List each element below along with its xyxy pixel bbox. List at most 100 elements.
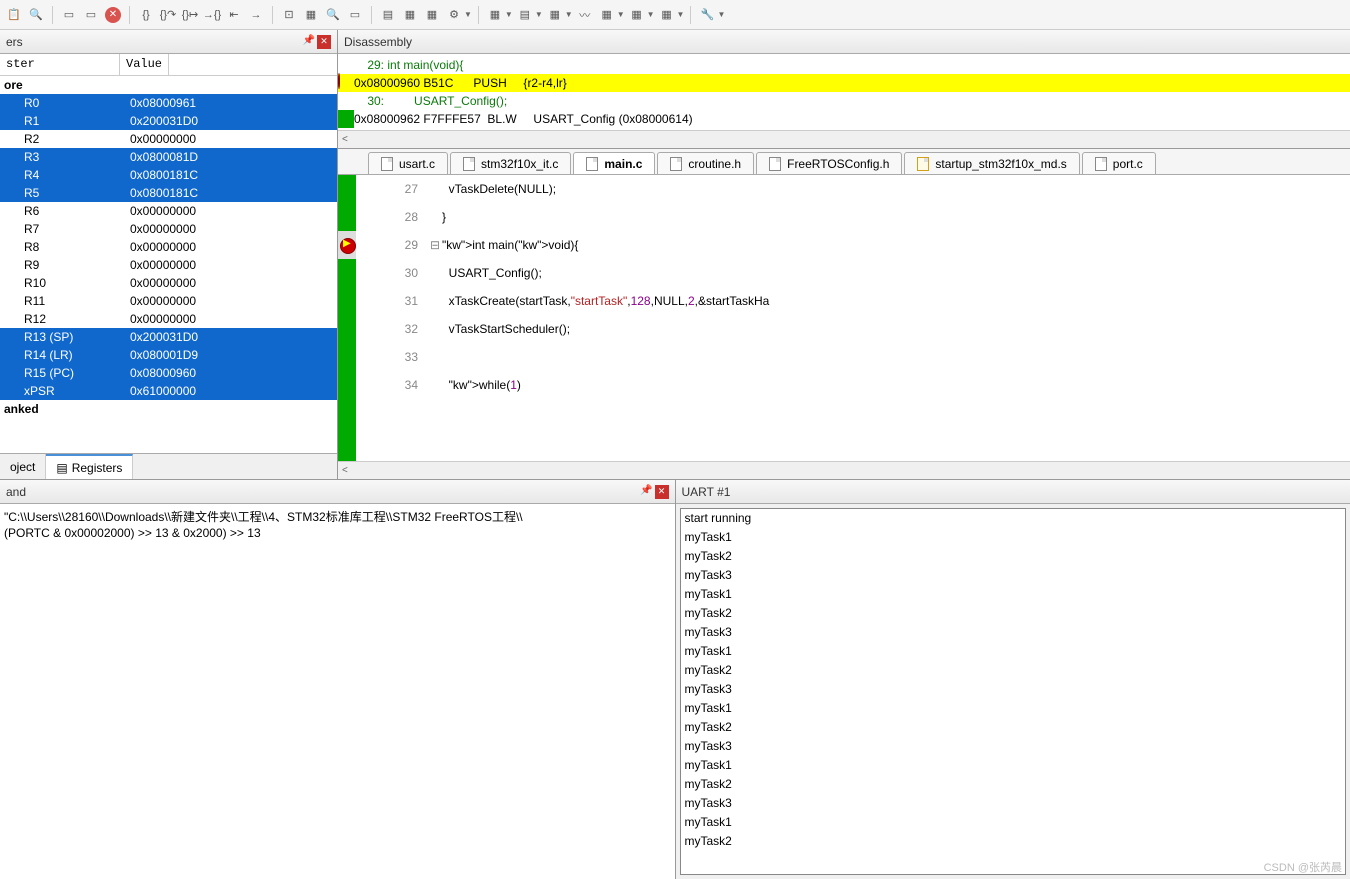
view-btn[interactable]: ▦ bbox=[627, 5, 647, 25]
register-row[interactable]: R20x00000000 bbox=[0, 130, 337, 148]
tool-btn[interactable]: 🔍 bbox=[26, 5, 46, 25]
window-btn[interactable]: ⊡ bbox=[279, 5, 299, 25]
nav-back-btn[interactable]: ⇤ bbox=[224, 5, 244, 25]
uart-line: myTask3 bbox=[685, 796, 1342, 815]
register-row[interactable]: R60x00000000 bbox=[0, 202, 337, 220]
find-btn[interactable]: 🔍 bbox=[323, 5, 343, 25]
view-btn[interactable]: ▦ bbox=[485, 5, 505, 25]
disasm-scrollbar[interactable]: < bbox=[338, 130, 1350, 148]
register-group[interactable]: ore bbox=[0, 76, 337, 94]
register-group[interactable]: anked bbox=[0, 400, 337, 418]
breakpoint-current-icon[interactable] bbox=[340, 238, 354, 252]
uart-line: myTask1 bbox=[685, 644, 1342, 663]
fold-column[interactable]: ⊟ bbox=[428, 175, 442, 461]
code-line[interactable]: xTaskCreate(startTask,"startTask",128,NU… bbox=[442, 287, 1350, 315]
step-out-btn[interactable]: {}↦ bbox=[180, 5, 200, 25]
file-tab[interactable]: stm32f10x_it.c bbox=[450, 152, 571, 174]
view-btn[interactable]: 〰 bbox=[575, 5, 595, 25]
command-panel: and 📌 ✕ "C:\\Users\\28160\\Downloads\\新建… bbox=[0, 480, 676, 879]
register-row[interactable]: R15 (PC)0x08000960 bbox=[0, 364, 337, 382]
uart-line: myTask2 bbox=[685, 663, 1342, 682]
register-row[interactable]: R80x00000000 bbox=[0, 238, 337, 256]
step-btn[interactable]: {} bbox=[136, 5, 156, 25]
window-btn[interactable]: ▭ bbox=[345, 5, 365, 25]
file-tab[interactable]: FreeRTOSConfig.h bbox=[756, 152, 902, 174]
command-title: and bbox=[6, 485, 26, 499]
file-tab[interactable]: croutine.h bbox=[657, 152, 754, 174]
view-btn[interactable]: ▦ bbox=[545, 5, 565, 25]
command-body[interactable]: "C:\\Users\\28160\\Downloads\\新建文件夹\\工程\… bbox=[0, 504, 675, 879]
separator bbox=[690, 6, 691, 24]
code-line[interactable] bbox=[442, 343, 1350, 371]
view-btn[interactable]: ▤ bbox=[378, 5, 398, 25]
tool-btn[interactable]: 📋 bbox=[4, 5, 24, 25]
view-btn[interactable]: ▦ bbox=[597, 5, 617, 25]
view-btn[interactable]: ▦ bbox=[400, 5, 420, 25]
file-icon bbox=[670, 157, 682, 171]
register-row[interactable]: R120x00000000 bbox=[0, 310, 337, 328]
uart-body[interactable]: start runningmyTask1myTask2myTask3myTask… bbox=[680, 508, 1347, 875]
register-row[interactable]: xPSR0x61000000 bbox=[0, 382, 337, 400]
view-btn[interactable]: ⚙ bbox=[444, 5, 464, 25]
separator bbox=[129, 6, 130, 24]
register-row[interactable]: R100x00000000 bbox=[0, 274, 337, 292]
view-btn[interactable]: ▦ bbox=[657, 5, 677, 25]
code-editor: usart.cstm32f10x_it.cmain.ccroutine.hFre… bbox=[338, 149, 1350, 479]
nav-fwd-btn[interactable]: → bbox=[246, 5, 266, 25]
close-icon[interactable]: ✕ bbox=[317, 35, 331, 49]
register-row[interactable]: R110x00000000 bbox=[0, 292, 337, 310]
register-row[interactable]: R00x08000961 bbox=[0, 94, 337, 112]
register-row[interactable]: R90x00000000 bbox=[0, 256, 337, 274]
file-tab[interactable]: port.c bbox=[1082, 152, 1156, 174]
tools-btn[interactable]: 🔧 bbox=[697, 5, 717, 25]
register-row[interactable]: R30x0800081D bbox=[0, 148, 337, 166]
editor-scrollbar[interactable]: < bbox=[338, 461, 1350, 479]
tab-project[interactable]: oject bbox=[0, 454, 46, 479]
tab-registers[interactable]: ▤Registers bbox=[46, 454, 133, 479]
code-line[interactable]: "kw">while(1) bbox=[442, 371, 1350, 399]
register-row[interactable]: R14 (LR)0x080001D9 bbox=[0, 346, 337, 364]
file-tab[interactable]: usart.c bbox=[368, 152, 448, 174]
run-to-btn[interactable]: →{} bbox=[202, 5, 222, 25]
uart-line: myTask3 bbox=[685, 739, 1342, 758]
code-line[interactable]: vTaskStartScheduler(); bbox=[442, 315, 1350, 343]
close-icon[interactable]: ✕ bbox=[655, 485, 669, 499]
file-tab[interactable]: main.c bbox=[573, 152, 655, 174]
register-row[interactable]: R40x0800181C bbox=[0, 166, 337, 184]
code-line[interactable]: USART_Config(); bbox=[442, 259, 1350, 287]
code-line[interactable]: vTaskDelete(NULL); bbox=[442, 175, 1350, 203]
file-tabs: usart.cstm32f10x_it.cmain.ccroutine.hFre… bbox=[338, 149, 1350, 175]
uart-line: myTask3 bbox=[685, 625, 1342, 644]
disasm-line: 0x08000960 B51C PUSH {r2-r4,lr} bbox=[354, 76, 567, 90]
stop-btn[interactable]: ✕ bbox=[103, 5, 123, 25]
breakpoint-icon[interactable] bbox=[338, 73, 340, 89]
view-btn[interactable]: ▤ bbox=[515, 5, 535, 25]
window-btn[interactable]: ▦ bbox=[301, 5, 321, 25]
code-area[interactable]: 2728293031323334 ⊟ vTaskDelete(NULL);}"k… bbox=[338, 175, 1350, 461]
marker-column[interactable] bbox=[338, 175, 356, 461]
file-tab[interactable]: startup_stm32f10x_md.s bbox=[904, 152, 1079, 174]
register-row[interactable]: R13 (SP)0x200031D0 bbox=[0, 328, 337, 346]
view-btn[interactable]: ▦ bbox=[422, 5, 442, 25]
step-over-btn[interactable]: {}↷ bbox=[158, 5, 178, 25]
uart-line: start running bbox=[685, 511, 1342, 530]
pin-icon[interactable]: 📌 bbox=[640, 485, 652, 499]
register-row[interactable]: R70x00000000 bbox=[0, 220, 337, 238]
uart-title: UART #1 bbox=[682, 485, 731, 499]
register-row[interactable]: R10x200031D0 bbox=[0, 112, 337, 130]
registers-body[interactable]: ore R00x08000961R10x200031D0R20x00000000… bbox=[0, 76, 337, 453]
uart-line: myTask1 bbox=[685, 815, 1342, 834]
uart-line: myTask1 bbox=[685, 701, 1342, 720]
code-line[interactable]: } bbox=[442, 203, 1350, 231]
code-line[interactable]: "kw">int main("kw">void){ bbox=[442, 231, 1350, 259]
uart-line: myTask2 bbox=[685, 606, 1342, 625]
command-header: and 📌 ✕ bbox=[0, 480, 675, 504]
disassembly-body[interactable]: 29: int main(void){ 0x08000960 B51C PUSH… bbox=[338, 54, 1350, 130]
code-lines[interactable]: vTaskDelete(NULL);}"kw">int main("kw">vo… bbox=[442, 175, 1350, 461]
register-row[interactable]: R50x0800181C bbox=[0, 184, 337, 202]
line-numbers: 2728293031323334 bbox=[356, 175, 428, 461]
tool-btn[interactable]: ▭ bbox=[59, 5, 79, 25]
tool-btn[interactable]: ▭ bbox=[81, 5, 101, 25]
file-icon bbox=[381, 157, 393, 171]
pin-icon[interactable]: 📌 bbox=[303, 35, 315, 49]
